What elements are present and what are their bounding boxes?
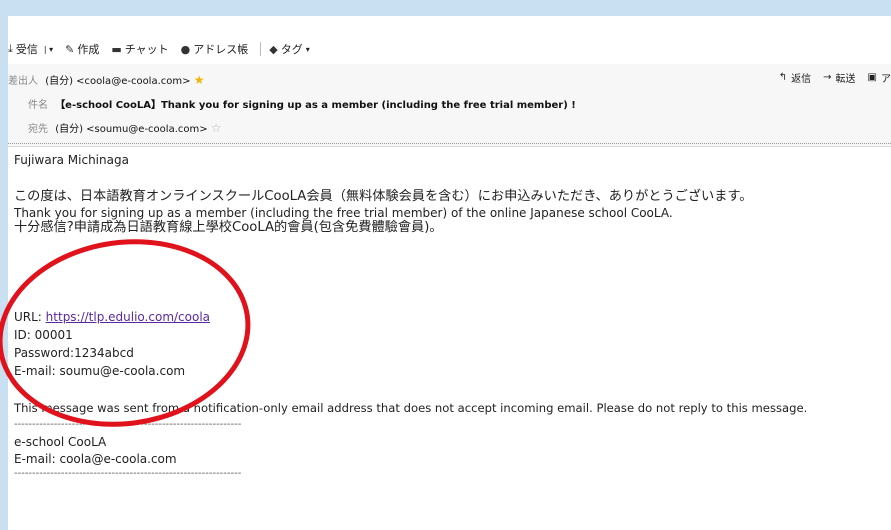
star-outline-icon[interactable]: ☆: [211, 121, 222, 135]
download-icon: ⤓: [8, 42, 13, 55]
chevron-down-icon: ▾: [305, 44, 310, 54]
archive-label: ア: [881, 74, 891, 85]
addressbook-button[interactable]: ● アドレス帳: [181, 41, 249, 57]
archive-button[interactable]: ▣ ア: [868, 70, 891, 85]
reply-button[interactable]: ↰ 返信: [779, 70, 811, 85]
chevron-down-icon[interactable]: | ▾: [44, 45, 53, 54]
message-actions: ↰ 返信 → 転送 ▣ ア: [779, 70, 891, 85]
signature-email: E-mail: coola@e-coola.com: [14, 452, 177, 466]
compose-button[interactable]: ✎ 作成: [65, 41, 99, 57]
addressbook-label: アドレス帳: [193, 43, 249, 56]
message-header: 差出人 (自分) <coola@e-coola.com> ★ ↰ 返信 → 転送…: [8, 64, 891, 147]
divider-line: ----------------------------------------…: [14, 468, 242, 479]
chat-button[interactable]: ▬ チャット: [111, 41, 168, 57]
reply-arrow-icon: ↰: [778, 72, 788, 83]
greeting: Fujiwara Michinaga: [14, 153, 129, 167]
body-line-english: Thank you for signing up as a member (in…: [14, 206, 673, 220]
archive-icon: ▣: [867, 72, 877, 83]
star-icon[interactable]: ★: [194, 73, 205, 87]
to-label: 宛先: [28, 124, 48, 135]
person-icon: ●: [180, 42, 191, 56]
from-row: 差出人 (自分) <coola@e-coola.com> ★: [8, 72, 204, 87]
to-value[interactable]: (自分) <soumu@e-coola.com>: [55, 124, 207, 135]
signature-name: e-school CooLA: [14, 435, 107, 449]
tag-button[interactable]: ◆ タグ ▾: [269, 41, 309, 57]
body-line-chinese: 十分感信?申請成為日語教育線上學校CooLA的會員(包含免費體驗會員)。: [14, 220, 443, 235]
chat-bubble-icon: ▬: [111, 42, 122, 56]
header-divider: [8, 142, 891, 144]
tag-label: タグ: [280, 43, 303, 56]
subject-row: 件名 【e-school CooLA】Thank you for signing…: [28, 96, 576, 111]
mail-toolbar: ⤓ 受信 | ▾ ✎ 作成 ▬ チャット ● アドレス帳 ◆ タグ ▾: [8, 38, 891, 60]
subject-label: 件名: [28, 100, 48, 111]
tag-icon: ◆: [269, 42, 278, 56]
toolbar-divider: [260, 42, 262, 56]
chat-label: チャット: [124, 43, 169, 56]
compose-label: 作成: [77, 43, 100, 56]
from-label: 差出人: [8, 76, 38, 87]
body-line-japanese: この度は、日本語教育オンラインスクールCooLA会員（無料体験会員を含む）にお申…: [14, 189, 753, 204]
subject-value: 【e-school CooLA】Thank you for signing up…: [55, 100, 576, 111]
forward-button[interactable]: → 転送: [823, 70, 855, 85]
forward-label: 転送: [835, 74, 856, 85]
pencil-icon: ✎: [65, 42, 75, 56]
receive-button[interactable]: ⤓ 受信 | ▾: [8, 41, 53, 57]
to-row: 宛先 (自分) <soumu@e-coola.com> ☆: [28, 120, 222, 135]
from-value[interactable]: (自分) <coola@e-coola.com>: [45, 76, 190, 87]
reply-label: 返信: [791, 74, 812, 85]
receive-label: 受信: [15, 43, 38, 56]
forward-arrow-icon: →: [823, 72, 832, 83]
